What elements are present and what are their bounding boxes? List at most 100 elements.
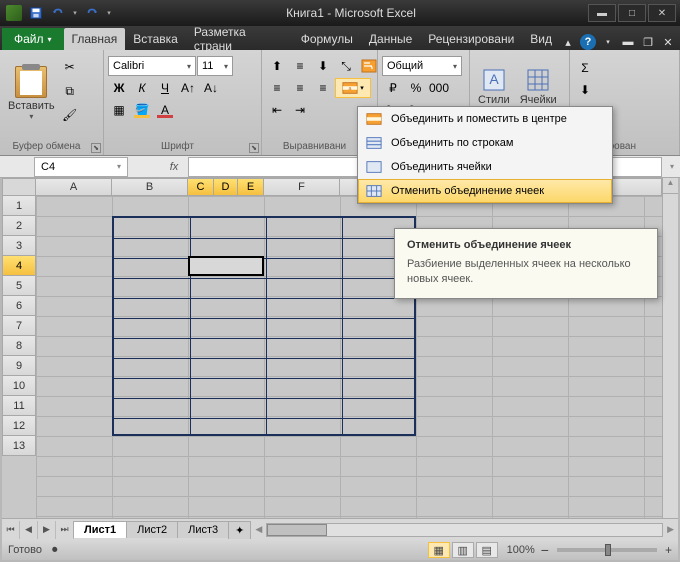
bold-button[interactable]: Ж bbox=[108, 78, 130, 98]
font-size-select[interactable]: 11 bbox=[197, 56, 233, 76]
column-header-F[interactable]: F bbox=[264, 178, 340, 196]
tab-review[interactable]: Рецензировани bbox=[420, 28, 522, 50]
row-header-12[interactable]: 12 bbox=[2, 416, 36, 436]
help-icon[interactable]: ? bbox=[580, 34, 596, 50]
doc-minimize-icon[interactable]: ▬ bbox=[620, 34, 636, 50]
currency-icon[interactable]: ₽ bbox=[382, 78, 404, 98]
zoom-slider[interactable] bbox=[557, 548, 657, 552]
last-sheet-icon[interactable]: ⏭ bbox=[56, 521, 74, 539]
wrap-text-icon[interactable] bbox=[358, 56, 380, 76]
copy-icon[interactable]: ⧉ bbox=[61, 82, 79, 100]
expand-formula-bar-icon[interactable]: ▾ bbox=[664, 162, 680, 171]
row-header-6[interactable]: 6 bbox=[2, 296, 36, 316]
font-name-select[interactable]: Calibri bbox=[108, 56, 196, 76]
align-right-icon[interactable]: ≡ bbox=[312, 78, 334, 98]
normal-view-button[interactable]: ▦ bbox=[428, 542, 450, 558]
cut-icon[interactable]: ✂ bbox=[61, 58, 79, 76]
first-sheet-icon[interactable]: ⏮ bbox=[2, 521, 20, 539]
row-header-11[interactable]: 11 bbox=[2, 396, 36, 416]
app-icon[interactable] bbox=[4, 3, 24, 23]
merge-cells-button[interactable]: a ▾ bbox=[335, 78, 371, 98]
macro-record-icon[interactable]: ⏺ bbox=[52, 544, 58, 557]
underline-button[interactable]: Ч bbox=[154, 78, 176, 98]
doc-close-icon[interactable]: ✕ bbox=[660, 34, 676, 50]
tab-formulas[interactable]: Формулы bbox=[293, 28, 361, 50]
doc-restore-icon[interactable]: ❐ bbox=[640, 34, 656, 50]
page-break-view-button[interactable]: ▤ bbox=[476, 542, 498, 558]
merge-and-center-item[interactable]: Объединить и поместить в центре bbox=[358, 107, 612, 131]
sheet-tab-2[interactable]: Лист2 bbox=[126, 521, 178, 538]
percent-icon[interactable]: % bbox=[405, 78, 427, 98]
column-header-C[interactable]: C bbox=[188, 178, 214, 196]
row-header-13[interactable]: 13 bbox=[2, 436, 36, 456]
unmerge-cells-item[interactable]: Отменить объединение ячеек bbox=[358, 179, 612, 203]
orientation-icon[interactable]: ⤡ bbox=[335, 56, 357, 76]
row-header-7[interactable]: 7 bbox=[2, 316, 36, 336]
row-header-5[interactable]: 5 bbox=[2, 276, 36, 296]
row-header-8[interactable]: 8 bbox=[2, 336, 36, 356]
decrease-indent-icon[interactable]: ⇤ bbox=[266, 100, 288, 120]
align-left-icon[interactable]: ≡ bbox=[266, 78, 288, 98]
font-color-icon[interactable]: A bbox=[154, 100, 176, 120]
help-dropdown-icon[interactable]: ▾ bbox=[600, 34, 616, 50]
undo-icon[interactable] bbox=[48, 3, 68, 23]
minimize-button[interactable]: ▬ bbox=[588, 4, 616, 22]
paste-dropdown-icon[interactable]: ▾ bbox=[29, 112, 33, 121]
minimize-ribbon-icon[interactable]: ▴ bbox=[560, 34, 576, 50]
page-layout-view-button[interactable]: ▥ bbox=[452, 542, 474, 558]
column-header-D[interactable]: D bbox=[214, 178, 238, 196]
hscroll-right-icon[interactable]: ▶ bbox=[667, 524, 674, 535]
select-all-button[interactable] bbox=[2, 178, 36, 196]
align-middle-icon[interactable]: ≡ bbox=[289, 56, 311, 76]
tab-view[interactable]: Вид bbox=[522, 28, 560, 50]
merge-across-item[interactable]: Объединить по строкам bbox=[358, 131, 612, 155]
clipboard-dialog-launcher[interactable]: ⬊ bbox=[91, 143, 101, 153]
prev-sheet-icon[interactable]: ◀ bbox=[20, 521, 38, 539]
column-header-B[interactable]: B bbox=[112, 178, 188, 196]
row-header-9[interactable]: 9 bbox=[2, 356, 36, 376]
row-header-4[interactable]: 4 bbox=[2, 256, 36, 276]
italic-button[interactable]: К bbox=[131, 78, 153, 98]
new-sheet-button[interactable]: ✦ bbox=[228, 521, 251, 539]
close-button[interactable]: ✕ bbox=[648, 4, 676, 22]
align-center-icon[interactable]: ≡ bbox=[289, 78, 311, 98]
maximize-button[interactable]: □ bbox=[618, 4, 646, 22]
fx-button[interactable]: fx bbox=[162, 157, 186, 177]
zoom-out-button[interactable]: − bbox=[541, 542, 549, 558]
number-format-select[interactable]: Общий bbox=[382, 56, 462, 76]
row-header-1[interactable]: 1 bbox=[2, 196, 36, 216]
font-dialog-launcher[interactable]: ⬊ bbox=[249, 143, 259, 153]
decrease-font-icon[interactable]: A↓ bbox=[200, 78, 222, 98]
comma-icon[interactable]: 000 bbox=[428, 78, 450, 98]
fill-color-icon[interactable]: 🪣 bbox=[131, 100, 153, 120]
fill-icon[interactable]: ⬇ bbox=[574, 80, 596, 100]
name-box[interactable]: C4 bbox=[34, 157, 128, 177]
increase-indent-icon[interactable]: ⇥ bbox=[289, 100, 311, 120]
tab-page-layout[interactable]: Разметка страни bbox=[186, 28, 293, 50]
hscroll-left-icon[interactable]: ◀ bbox=[255, 524, 262, 535]
scroll-up-icon[interactable]: ▲ bbox=[663, 178, 678, 194]
tab-data[interactable]: Данные bbox=[361, 28, 420, 50]
row-header-2[interactable]: 2 bbox=[2, 216, 36, 236]
sheet-tab-3[interactable]: Лист3 bbox=[177, 521, 229, 538]
qat-customize-icon[interactable]: ▾ bbox=[104, 3, 114, 23]
redo-icon[interactable] bbox=[82, 3, 102, 23]
increase-font-icon[interactable]: A↑ bbox=[177, 78, 199, 98]
sheet-tab-1[interactable]: Лист1 bbox=[73, 521, 127, 538]
undo-dropdown-icon[interactable]: ▾ bbox=[70, 3, 80, 23]
column-header-A[interactable]: A bbox=[36, 178, 112, 196]
borders-icon[interactable]: ▦ bbox=[108, 100, 130, 120]
active-cell[interactable] bbox=[188, 256, 264, 276]
format-painter-icon[interactable]: 🖌 bbox=[61, 106, 79, 124]
align-bottom-icon[interactable]: ⬇ bbox=[312, 56, 334, 76]
row-header-3[interactable]: 3 bbox=[2, 236, 36, 256]
merge-cells-item[interactable]: Объединить ячейки bbox=[358, 155, 612, 179]
tab-home[interactable]: Главная bbox=[64, 28, 126, 50]
column-header-E[interactable]: E bbox=[238, 178, 264, 196]
align-top-icon[interactable]: ⬆ bbox=[266, 56, 288, 76]
save-icon[interactable] bbox=[26, 3, 46, 23]
horizontal-scrollbar[interactable] bbox=[266, 523, 663, 537]
file-tab[interactable]: Файл bbox=[2, 28, 64, 50]
row-header-10[interactable]: 10 bbox=[2, 376, 36, 396]
vertical-scrollbar[interactable]: ▲ bbox=[662, 178, 678, 518]
